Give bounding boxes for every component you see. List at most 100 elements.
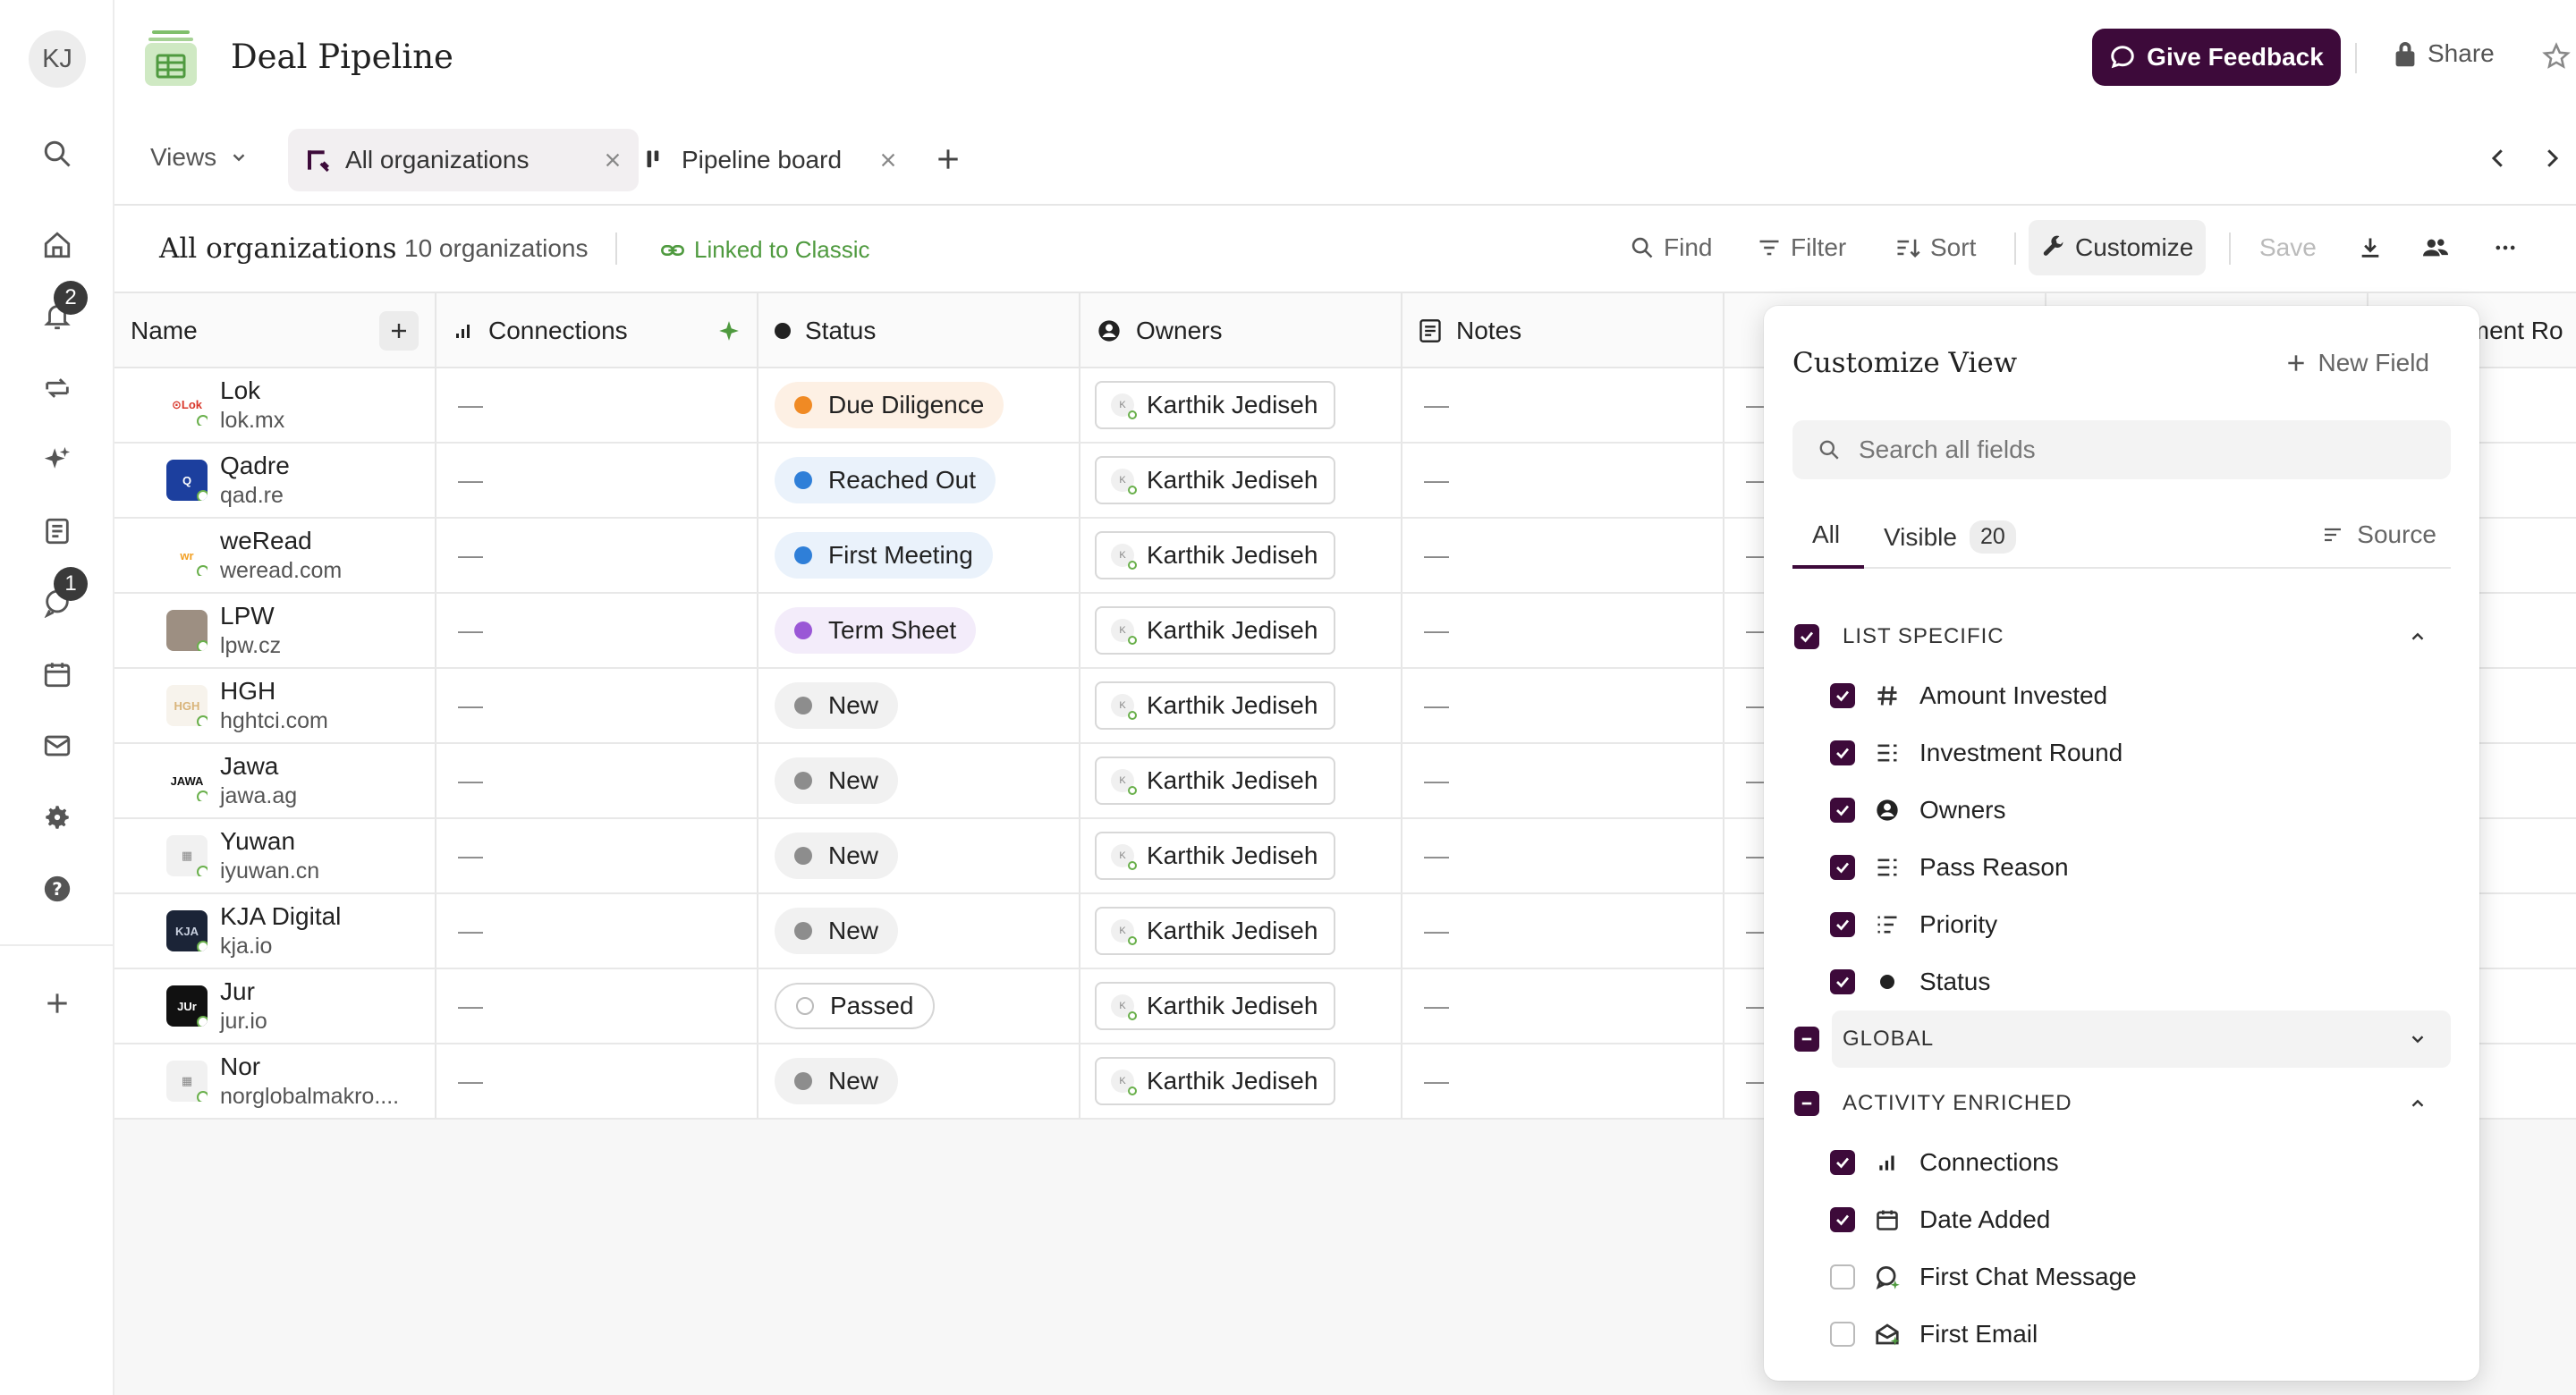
owner-chip[interactable]: K Karthik Jedisеh bbox=[1095, 832, 1336, 880]
notes-cell[interactable]: — bbox=[1402, 969, 1724, 1043]
views-dropdown[interactable]: Views bbox=[150, 143, 249, 172]
owners-cell[interactable]: K Karthik Jedisеh bbox=[1080, 519, 1402, 592]
owners-cell[interactable]: K Karthik Jedisеh bbox=[1080, 1044, 1402, 1118]
find-button[interactable]: Find bbox=[1617, 220, 1724, 275]
owner-chip[interactable]: K Karthik Jedisеh bbox=[1095, 681, 1336, 730]
share-button[interactable]: Share bbox=[2394, 39, 2495, 68]
column-header-owners[interactable]: Owners bbox=[1080, 293, 1402, 368]
field-option[interactable]: Date Added bbox=[1830, 1193, 2050, 1247]
field-option[interactable]: First Chat Message bbox=[1830, 1250, 2137, 1304]
status-badge[interactable]: Passed bbox=[775, 983, 936, 1029]
field-option[interactable]: First Email bbox=[1830, 1307, 2038, 1361]
status-badge[interactable]: Reached Out bbox=[775, 457, 996, 503]
owner-chip[interactable]: K Karthik Jedisеh bbox=[1095, 757, 1336, 805]
owner-chip[interactable]: K Karthik Jedisеh bbox=[1095, 606, 1336, 655]
owners-cell[interactable]: K Karthik Jedisеh bbox=[1080, 669, 1402, 742]
connections-cell[interactable]: — bbox=[436, 669, 758, 742]
connections-cell[interactable]: — bbox=[436, 894, 758, 968]
field-option[interactable]: Connections bbox=[1830, 1136, 2059, 1189]
connections-cell[interactable]: — bbox=[436, 368, 758, 442]
owners-cell[interactable]: K Karthik Jedisеh bbox=[1080, 444, 1402, 517]
connections-cell[interactable]: — bbox=[436, 744, 758, 817]
tab-pipeline-board[interactable]: Pipeline board bbox=[628, 129, 914, 191]
owner-chip[interactable]: K Karthik Jedisеh bbox=[1095, 456, 1336, 504]
group-checkbox[interactable] bbox=[1794, 624, 1819, 649]
add-column-button[interactable] bbox=[379, 311, 419, 351]
notes-cell[interactable]: — bbox=[1402, 368, 1724, 442]
field-checkbox[interactable] bbox=[1830, 740, 1855, 765]
company-name[interactable]: weRead bbox=[220, 526, 342, 556]
column-header-connections[interactable]: Connections bbox=[436, 293, 758, 368]
linked-to-classic-link[interactable]: Linked to Classic bbox=[660, 236, 870, 264]
owners-cell[interactable]: K Karthik Jedisеh bbox=[1080, 819, 1402, 892]
connections-cell[interactable]: — bbox=[436, 819, 758, 892]
owner-chip[interactable]: K Karthik Jedisеh bbox=[1095, 531, 1336, 579]
close-icon[interactable] bbox=[878, 150, 898, 170]
name-cell[interactable]: ⊙Lok Lok lok.mx bbox=[114, 368, 436, 442]
field-checkbox[interactable] bbox=[1830, 969, 1855, 994]
status-badge[interactable]: New bbox=[775, 682, 899, 729]
company-name[interactable]: Yuwan bbox=[220, 826, 319, 857]
home-icon[interactable] bbox=[36, 224, 79, 266]
star-icon[interactable] bbox=[2541, 41, 2572, 72]
status-badge[interactable]: Due Diligence bbox=[775, 382, 1004, 428]
company-domain[interactable]: iyuwan.cn bbox=[220, 857, 319, 885]
company-domain[interactable]: weread.com bbox=[220, 556, 342, 585]
owners-cell[interactable]: K Karthik Jedisеh bbox=[1080, 969, 1402, 1043]
group-activity-enriched[interactable]: ACTIVITY ENRICHED bbox=[1792, 1075, 2451, 1132]
name-cell[interactable]: HGH HGH hghtci.com bbox=[114, 669, 436, 742]
name-cell[interactable]: wr weRead weread.com bbox=[114, 519, 436, 592]
owner-chip[interactable]: K Karthik Jedisеh bbox=[1095, 982, 1336, 1030]
company-name[interactable]: Nor bbox=[220, 1052, 399, 1082]
field-checkbox[interactable] bbox=[1830, 1150, 1855, 1175]
column-header-status[interactable]: Status bbox=[758, 293, 1080, 368]
name-cell[interactable]: KJA KJA Digital kja.io bbox=[114, 894, 436, 968]
company-domain[interactable]: jur.io bbox=[220, 1007, 267, 1036]
notes-cell[interactable]: — bbox=[1402, 819, 1724, 892]
tab-all-fields[interactable]: All bbox=[1812, 520, 1840, 549]
close-icon[interactable] bbox=[603, 150, 623, 170]
field-checkbox[interactable] bbox=[1830, 1264, 1855, 1289]
status-cell[interactable]: New bbox=[758, 819, 1080, 892]
sort-button[interactable]: Sort bbox=[1882, 220, 1988, 275]
field-checkbox[interactable] bbox=[1830, 683, 1855, 708]
collaborators-button[interactable] bbox=[2408, 220, 2463, 275]
tab-all-organizations[interactable]: All organizations bbox=[288, 129, 639, 191]
field-option[interactable]: Investment Round bbox=[1830, 726, 2123, 780]
field-checkbox[interactable] bbox=[1830, 912, 1855, 937]
field-option[interactable]: Status bbox=[1830, 955, 1990, 1009]
status-cell[interactable]: First Meeting bbox=[758, 519, 1080, 592]
company-name[interactable]: Lok bbox=[220, 376, 284, 406]
name-cell[interactable]: ▦ Yuwan iyuwan.cn bbox=[114, 819, 436, 892]
status-cell[interactable]: New bbox=[758, 1044, 1080, 1118]
add-view-button[interactable] bbox=[934, 145, 962, 173]
status-badge[interactable]: New bbox=[775, 1058, 899, 1104]
notes-cell[interactable]: — bbox=[1402, 669, 1724, 742]
tab-visible-fields[interactable]: Visible 20 bbox=[1884, 520, 2016, 554]
field-checkbox[interactable] bbox=[1830, 1207, 1855, 1232]
status-cell[interactable]: Term Sheet bbox=[758, 594, 1080, 667]
company-domain[interactable]: hghtci.com bbox=[220, 706, 328, 735]
group-checkbox-partial[interactable] bbox=[1794, 1027, 1819, 1052]
group-checkbox-partial[interactable] bbox=[1794, 1091, 1819, 1116]
company-domain[interactable]: kja.io bbox=[220, 932, 341, 960]
add-icon[interactable] bbox=[36, 982, 79, 1025]
notes-cell[interactable]: — bbox=[1402, 594, 1724, 667]
connections-cell[interactable]: — bbox=[436, 1044, 758, 1118]
name-cell[interactable]: JUr Jur jur.io bbox=[114, 969, 436, 1043]
owners-cell[interactable]: K Karthik Jedisеh bbox=[1080, 368, 1402, 442]
source-sort-button[interactable]: Source bbox=[2321, 520, 2436, 549]
owners-cell[interactable]: K Karthik Jedisеh bbox=[1080, 744, 1402, 817]
company-name[interactable]: Jur bbox=[220, 976, 267, 1007]
status-badge[interactable]: New bbox=[775, 757, 899, 804]
owner-chip[interactable]: K Karthik Jedisеh bbox=[1095, 907, 1336, 955]
company-domain[interactable]: norglobalmakro.... bbox=[220, 1082, 399, 1111]
new-field-button[interactable]: New Field bbox=[2284, 349, 2429, 377]
status-cell[interactable]: Reached Out bbox=[758, 444, 1080, 517]
connections-cell[interactable]: — bbox=[436, 444, 758, 517]
field-checkbox[interactable] bbox=[1830, 1322, 1855, 1347]
company-domain[interactable]: qad.re bbox=[220, 481, 290, 510]
chevron-right-icon[interactable] bbox=[2538, 145, 2565, 172]
notes-cell[interactable]: — bbox=[1402, 894, 1724, 968]
avatar[interactable]: KJ bbox=[29, 30, 86, 88]
